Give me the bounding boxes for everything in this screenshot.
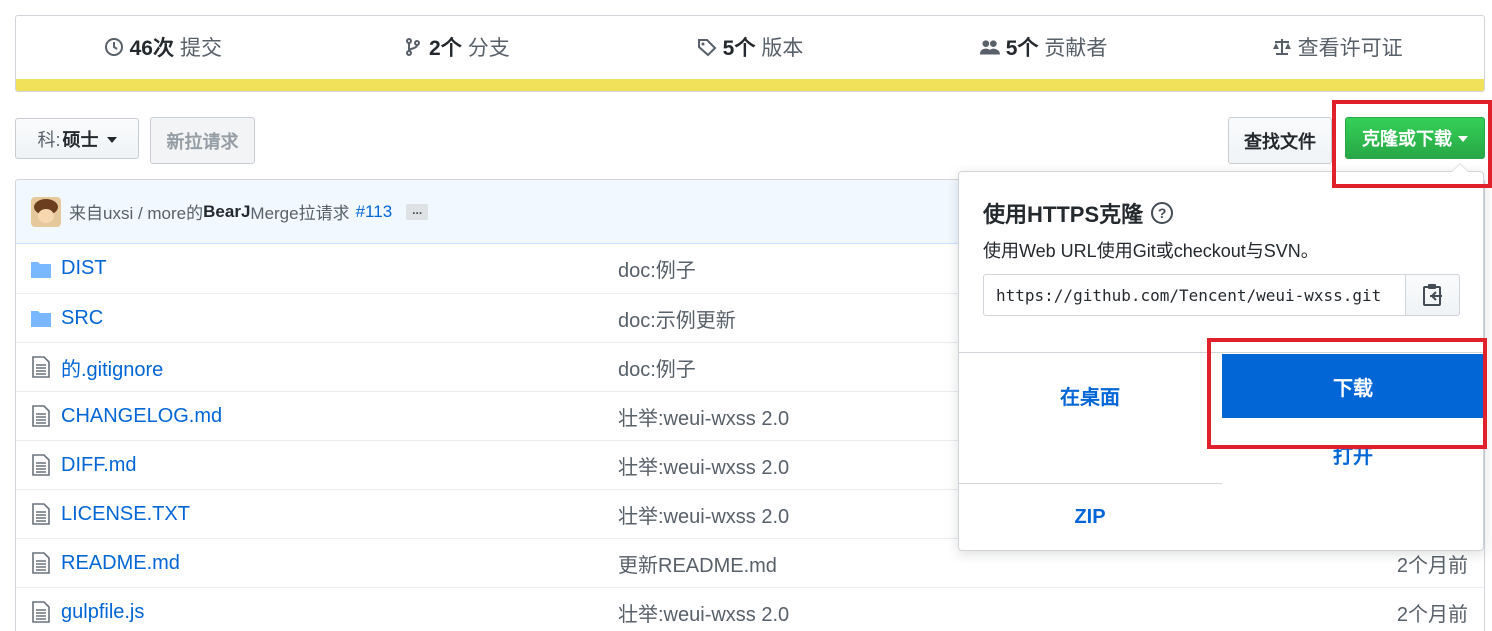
new-pull-request-button[interactable]: 新拉请求 — [150, 117, 255, 164]
clone-url-input[interactable] — [983, 274, 1406, 316]
file-age: 2个月前 — [1396, 603, 1468, 626]
download-button[interactable]: 下载 — [1222, 354, 1484, 418]
license-label: 查看许可证 — [1297, 37, 1403, 60]
releases-count: 5个 — [722, 37, 756, 60]
branch-icon — [406, 38, 421, 56]
file-name[interactable]: LICENSE.TXT — [61, 503, 618, 526]
folder-icon — [31, 261, 51, 278]
open-label[interactable]: 打开 — [1222, 440, 1484, 469]
popover-title: 使用HTTPS克隆 ? — [983, 197, 1174, 229]
repo-summary: 46次 提交 2个 分支 5个 版本 5个 贡献者 查看许可证 — [15, 15, 1485, 92]
file-name[interactable]: DIFF.md — [61, 454, 618, 477]
branches-link[interactable]: 2个 分支 — [310, 32, 604, 62]
clone-popover: 使用HTTPS克隆 ? 使用Web URL使用Git或checkout与SVN。… — [958, 163, 1484, 551]
question-icon[interactable]: ? — [1151, 202, 1174, 224]
releases-label: 版本 — [761, 37, 804, 60]
branches-label: 分支 — [467, 37, 510, 60]
file-icon — [32, 601, 50, 623]
popover-title-text: 使用HTTPS克隆 — [983, 202, 1144, 227]
commit-prefix: 来自uxsi / more的 — [69, 204, 204, 223]
file-name[interactable]: gulpfile.js — [61, 601, 618, 624]
find-file-button[interactable]: 查找文件 — [1228, 117, 1332, 164]
commits-link[interactable]: 46次 提交 — [16, 32, 310, 62]
file-row[interactable]: gulpfile.js 壮举:weui-wxss 2.0 2个月前 — [16, 587, 1484, 631]
clone-download-label: 克隆或下载 — [1362, 129, 1452, 149]
caret-down-icon — [1458, 136, 1468, 142]
file-name[interactable]: CHANGELOG.md — [61, 405, 618, 428]
file-age: 2个月前 — [1396, 554, 1468, 577]
contributors-label: 贡献者 — [1044, 37, 1108, 60]
tag-icon — [697, 39, 717, 57]
pr-link[interactable]: #113 — [356, 202, 393, 222]
releases-link[interactable]: 5个 版本 — [603, 32, 897, 62]
branch-name: 硕士 — [62, 129, 99, 150]
people-icon — [979, 40, 1000, 55]
file-name[interactable]: SRC — [61, 307, 618, 330]
file-name[interactable]: 的.gitignore — [61, 353, 618, 382]
language-bar — [16, 79, 1484, 91]
commit-author[interactable]: BearJ — [203, 202, 250, 222]
file-icon — [32, 454, 50, 476]
popover-description: 使用Web URL使用Git或checkout与SVN。 — [983, 241, 1319, 261]
open-desktop-button[interactable]: 在桌面 — [959, 353, 1221, 483]
expand-commit-button[interactable]: ... — [406, 203, 429, 220]
license-link[interactable]: 查看许可证 — [1190, 32, 1484, 62]
contributors-count: 5个 — [1005, 37, 1039, 60]
commits-count: 46次 — [129, 37, 174, 60]
clipboard-icon — [1422, 284, 1442, 306]
file-commit-message[interactable]: 壮举:weui-wxss 2.0 — [618, 598, 1484, 627]
branches-count: 2个 — [429, 37, 462, 60]
file-icon — [32, 356, 50, 378]
file-name[interactable]: README.md — [61, 552, 618, 575]
commits-label: 提交 — [179, 37, 222, 60]
branch-prefix: 科: — [37, 129, 61, 150]
commit-message[interactable]: Merge拉请求 — [250, 199, 349, 224]
copy-to-clipboard-button[interactable] — [1406, 274, 1460, 316]
contributors-link[interactable]: 5个 贡献者 — [897, 32, 1191, 62]
caret-down-icon — [106, 136, 117, 143]
clone-url-group — [983, 274, 1460, 316]
folder-icon — [31, 311, 51, 327]
file-commit-message[interactable]: 更新README.md — [618, 549, 1484, 578]
file-icon — [32, 405, 50, 427]
history-icon — [104, 38, 123, 56]
file-icon — [32, 552, 50, 574]
avatar[interactable] — [31, 196, 61, 227]
download-zip-button[interactable]: ZIP — [959, 484, 1221, 551]
law-icon — [1272, 39, 1291, 55]
file-icon — [32, 503, 50, 525]
file-name[interactable]: DIST — [61, 257, 618, 280]
branch-select-button[interactable]: 科: 硕士 — [15, 118, 139, 159]
clone-download-button[interactable]: 克隆或下载 — [1345, 117, 1485, 159]
